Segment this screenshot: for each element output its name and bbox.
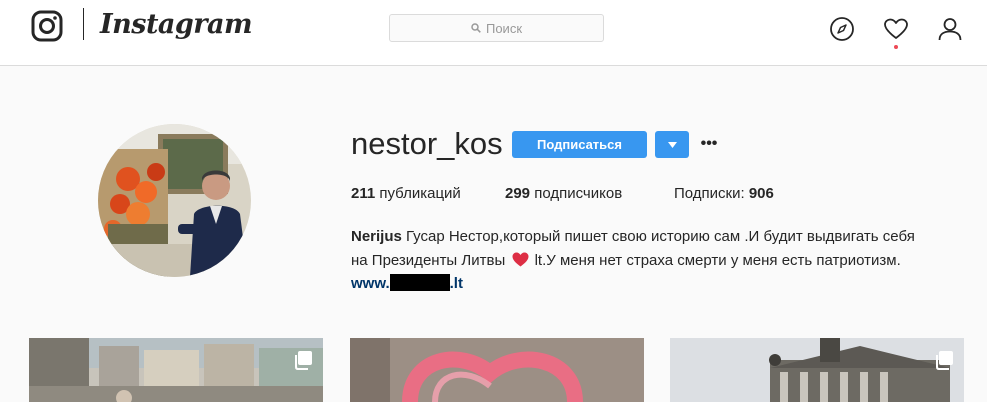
post-thumbnail[interactable] <box>29 338 323 402</box>
redaction-bar <box>389 274 450 291</box>
followers-count: 299 <box>505 185 531 202</box>
post-thumbnail[interactable] <box>350 338 644 402</box>
posts-label: публикаций <box>379 185 461 202</box>
link-suffix: .lt <box>449 275 463 292</box>
posts-count: 211 <box>351 185 376 202</box>
compass-icon[interactable] <box>829 16 855 42</box>
suggestions-dropdown-button[interactable] <box>655 131 689 158</box>
notification-dot <box>894 45 898 49</box>
multiple-photos-icon <box>936 351 953 370</box>
bio-line-2-start: на Президенты Литвы <box>351 252 506 269</box>
instagram-wordmark[interactable]: Instagram <box>100 9 253 40</box>
bio-line-1: Гусар Нестор,который пишет свою историю … <box>406 228 915 245</box>
more-options-button[interactable]: ••• <box>699 132 719 156</box>
followers-label: подписчиков <box>534 185 623 202</box>
followers-stat[interactable]: 299 подписчиков <box>505 185 622 202</box>
red-heart-emoji-icon <box>512 252 529 267</box>
instagram-logo-icon[interactable] <box>31 10 63 42</box>
post-image <box>670 338 964 402</box>
header-divider <box>83 8 84 40</box>
search-placeholder: Поиск <box>485 20 523 36</box>
avatar-photo <box>98 124 251 277</box>
bio-name: Nerijus <box>351 228 402 245</box>
profile-website-link[interactable]: www. .lt <box>351 274 463 292</box>
search-input[interactable]: Поиск <box>389 14 604 42</box>
triangle-down-icon <box>667 141 677 148</box>
following-count: 906 <box>748 185 774 202</box>
top-navigation-bar: Instagram Поиск <box>0 0 987 66</box>
post-image <box>29 338 323 402</box>
search-icon <box>471 23 481 33</box>
link-prefix: www. <box>351 275 390 292</box>
posts-stat[interactable]: 211 публикаций <box>351 185 461 202</box>
following-label: Подписки: <box>674 185 745 202</box>
post-image <box>350 338 644 402</box>
follow-button[interactable]: Подписаться <box>512 131 647 158</box>
profile-avatar[interactable] <box>98 124 251 277</box>
post-thumbnail[interactable] <box>670 338 964 402</box>
bio-line-2-end: lt.У меня нет страха смерти у меня есть … <box>534 252 901 269</box>
following-stat[interactable]: Подписки: 906 <box>674 185 774 202</box>
heart-icon[interactable] <box>883 16 909 42</box>
profile-bio: Nerijus Гусар Нестор,который пишет свою … <box>351 225 971 273</box>
profile-icon[interactable] <box>937 16 963 42</box>
multiple-photos-icon <box>295 351 312 370</box>
profile-username: nestor_kos <box>351 126 503 161</box>
